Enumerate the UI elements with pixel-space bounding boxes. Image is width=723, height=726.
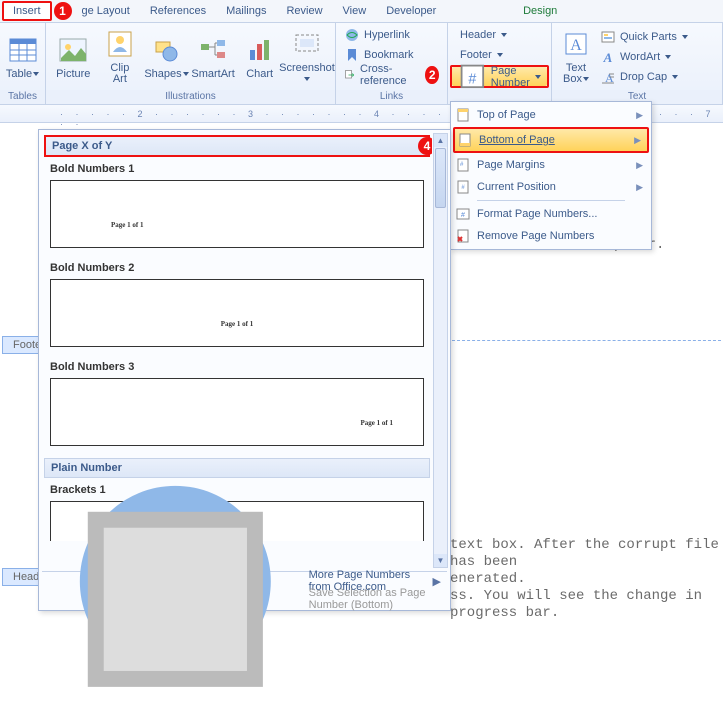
- shapes-label: Shapes: [144, 69, 188, 80]
- tab-developer[interactable]: Developer: [376, 2, 446, 20]
- screenshot-icon: [291, 28, 323, 60]
- remove-page-numbers-icon: [455, 228, 471, 244]
- bookmark-icon: [344, 47, 360, 63]
- ribbon-tabs: Insert 1 ge Layout References Mailings R…: [0, 0, 723, 23]
- menu-page-margins[interactable]: #Page Margins▶: [453, 154, 649, 176]
- tab-design[interactable]: Design: [513, 2, 567, 20]
- format-page-numbers-icon: #: [455, 206, 471, 222]
- page-number-button[interactable]: #Page Number: [452, 67, 547, 86]
- header-button[interactable]: Header: [450, 25, 513, 44]
- page-number-menu: Top of Page▶ 3 Bottom of Page▶ #Page Mar…: [450, 101, 652, 250]
- links-group-label: Links: [336, 90, 447, 104]
- gallery-category-page-x-of-y: Page X of Y: [44, 135, 430, 157]
- gallery-item-bold-2[interactable]: Page 1 of 1: [50, 279, 424, 347]
- page-number-gallery: Page X of Y 4 Bold Numbers 1 Page 1 of 1…: [38, 129, 451, 611]
- page-margins-icon: #: [455, 157, 471, 173]
- screenshot-button[interactable]: Screenshot: [283, 27, 331, 87]
- tab-mailings[interactable]: Mailings: [216, 2, 276, 20]
- bookmark-button[interactable]: Bookmark: [340, 45, 418, 64]
- step-1-badge: 1: [54, 2, 72, 20]
- shapes-icon: [150, 34, 182, 66]
- illustrations-group-label: Illustrations: [46, 90, 335, 104]
- smartart-button[interactable]: SmartArt: [190, 27, 237, 87]
- gallery-item-bold-1-label: Bold Numbers 1: [42, 161, 432, 177]
- bottom-of-page-icon: [457, 132, 473, 148]
- cross-reference-icon: [344, 67, 356, 83]
- table-label: Table: [6, 69, 39, 80]
- picture-icon: [57, 34, 89, 66]
- wordart-icon: A: [600, 49, 616, 65]
- dropcap-icon: A: [600, 69, 616, 85]
- cross-reference-button[interactable]: Cross-reference2: [340, 65, 443, 84]
- menu-bottom-of-page[interactable]: Bottom of Page▶: [455, 129, 647, 151]
- scrollbar-thumb[interactable]: [435, 148, 446, 208]
- hyperlink-icon: [344, 27, 360, 43]
- wordart-button[interactable]: AWordArt: [596, 47, 692, 66]
- tab-page-layout[interactable]: ge Layout: [72, 2, 140, 20]
- tab-view[interactable]: View: [333, 2, 377, 20]
- svg-text:#: #: [461, 212, 465, 219]
- table-button[interactable]: Table: [4, 27, 41, 87]
- menu-format-page-numbers[interactable]: #Format Page Numbers...: [453, 203, 649, 225]
- clipart-label: Clip Art: [110, 63, 129, 85]
- chart-label: Chart: [246, 69, 273, 80]
- smartart-label: SmartArt: [191, 69, 234, 80]
- menu-current-position[interactable]: #Current Position▶: [453, 176, 649, 198]
- tables-group-label: Tables: [0, 90, 45, 104]
- svg-text:#: #: [468, 72, 476, 88]
- clipart-icon: [104, 28, 136, 60]
- tab-review[interactable]: Review: [276, 2, 332, 20]
- shapes-button[interactable]: Shapes: [143, 27, 190, 87]
- textbox-label: Text Box: [563, 63, 589, 85]
- menu-remove-page-numbers[interactable]: Remove Page Numbers: [453, 225, 649, 247]
- gallery-item-bold-3[interactable]: Page 1 of 1: [50, 378, 424, 446]
- picture-label: Picture: [56, 69, 90, 80]
- menu-top-of-page[interactable]: Top of Page▶: [453, 104, 649, 126]
- svg-text:A: A: [603, 50, 613, 65]
- dropcap-button[interactable]: ADrop Cap: [596, 67, 692, 86]
- save-selection-icon: [48, 472, 303, 726]
- step-2-badge: 2: [425, 66, 439, 84]
- chart-icon: [244, 34, 276, 66]
- page-number-icon: #: [458, 62, 487, 91]
- gallery-item-bold-3-label: Bold Numbers 3: [42, 359, 432, 375]
- gallery-item-bold-1[interactable]: Page 1 of 1: [50, 180, 424, 248]
- quickparts-icon: [600, 29, 616, 45]
- screenshot-label: Screenshot: [279, 63, 335, 85]
- svg-text:A: A: [570, 37, 582, 54]
- textbox-button[interactable]: A Text Box: [556, 27, 596, 87]
- top-of-page-icon: [455, 107, 471, 123]
- gallery-item-bold-2-label: Bold Numbers 2: [42, 260, 432, 276]
- clipart-button[interactable]: Clip Art: [97, 27, 144, 87]
- textbox-icon: A: [560, 28, 592, 60]
- gallery-scrollbar[interactable]: ▲ ▼: [433, 133, 448, 568]
- hyperlink-button[interactable]: Hyperlink: [340, 25, 414, 44]
- picture-button[interactable]: Picture: [50, 27, 97, 87]
- table-icon: [7, 34, 39, 66]
- save-selection: Save Selection as Page Number (Bottom): [42, 590, 447, 608]
- ribbon: Table Tables Picture Clip Art Shapes Sma…: [0, 23, 723, 105]
- tab-insert[interactable]: Insert: [2, 1, 52, 21]
- tab-references[interactable]: References: [140, 2, 216, 20]
- current-position-icon: #: [455, 179, 471, 195]
- step-4-badge: 4: [418, 137, 432, 155]
- quickparts-button[interactable]: Quick Parts: [596, 27, 692, 46]
- smartart-icon: [197, 34, 229, 66]
- chart-button[interactable]: Chart: [236, 27, 283, 87]
